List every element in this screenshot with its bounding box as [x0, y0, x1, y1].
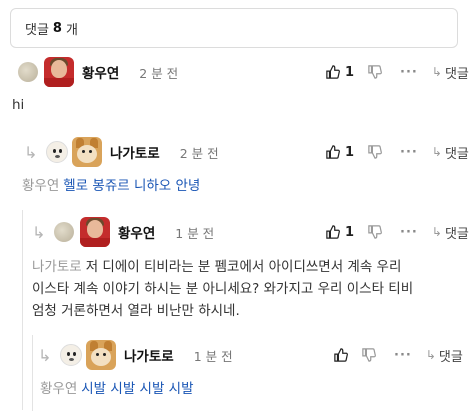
like-count: 1 — [345, 64, 355, 80]
comment-body-line: 저 디에이 티비라는 분 펨코에서 아이디쓰면서 계속 우리 — [85, 259, 402, 275]
comment-text: 나가토로 저 디에이 티비라는 분 펨코에서 아이디쓰면서 계속 우리 이스타 계… — [32, 256, 468, 322]
dislike-button[interactable] — [368, 225, 382, 239]
reply-header: ↳ 나가토로 2 분 전 — [24, 137, 219, 167]
reply-label: 댓글 — [438, 349, 463, 365]
reply-header: ↳ 황우연 1 분 전 — [32, 217, 215, 247]
reply-button[interactable]: ↳ 댓글 — [432, 143, 469, 162]
reply-button[interactable]: ↳ 댓글 — [432, 223, 469, 242]
like-button[interactable]: 1 — [326, 145, 354, 160]
thumbs-down-icon — [368, 65, 382, 79]
comment-author[interactable]: 황우연 — [118, 222, 155, 242]
like-count: 1 — [345, 144, 355, 160]
dislike-button[interactable] — [368, 65, 382, 79]
avatar-dog — [60, 344, 82, 366]
comment-count-number: 8 — [52, 20, 62, 36]
avatar-placeholder — [54, 222, 74, 242]
comment-actions: ··· ↳ 댓글 — [334, 341, 463, 369]
thread-line — [22, 210, 23, 410]
dislike-button[interactable] — [362, 348, 376, 362]
comment-body: 헬로 봉쥬르 니하오 안녕 — [63, 178, 201, 194]
comment-body-line: 이스타 계속 이야기 하시는 분 아니세요? 와가지고 우리 이스타 티비 — [32, 281, 414, 297]
reply-arrow-icon: ↳ — [431, 225, 442, 239]
more-dots-icon[interactable]: ··· — [400, 225, 418, 240]
avatar[interactable] — [44, 57, 74, 87]
mention[interactable]: 황우연 — [40, 381, 77, 397]
thumbs-up-icon — [334, 348, 348, 362]
comment-body: hi — [12, 97, 25, 113]
thread-line — [32, 335, 33, 411]
comment-author[interactable]: 황우연 — [82, 62, 119, 82]
thumbs-up-icon — [326, 65, 340, 79]
comment-count-suffix: 개 — [65, 22, 78, 38]
comment-text: hi — [12, 94, 24, 116]
comment-actions: 1 ··· ↳ 댓글 — [326, 218, 469, 246]
avatar[interactable] — [86, 340, 116, 370]
reply-indent-icon: ↳ — [24, 142, 38, 162]
more-dots-icon[interactable]: ··· — [400, 65, 418, 80]
comment-text: 황우연 시발 시발 시발 시발 — [40, 378, 194, 400]
comment-actions: 1 ··· ↳ 댓글 — [326, 138, 469, 166]
reply-button[interactable]: ↳ 댓글 — [432, 63, 469, 82]
thumbs-down-icon — [368, 225, 382, 239]
like-count: 1 — [345, 224, 355, 240]
reply-button[interactable]: ↳ 댓글 — [426, 346, 463, 365]
reply-header: ↳ 나가토로 1 분 전 — [38, 340, 233, 370]
reply-label: 댓글 — [444, 146, 469, 162]
reply-label: 댓글 — [444, 66, 469, 82]
mention[interactable]: 나가토로 — [32, 259, 82, 275]
comment-header: 황우연 2 분 전 — [18, 57, 179, 87]
like-button[interactable]: 1 — [326, 65, 354, 80]
comment-count-prefix: 댓글 — [25, 22, 49, 38]
comment-count-box: 댓글 8 개 — [10, 8, 458, 48]
avatar-placeholder — [18, 62, 38, 82]
comment-body-line: 엄청 거론하면서 열라 비난만 하시네. — [32, 303, 240, 319]
avatar[interactable] — [80, 217, 110, 247]
thumbs-up-icon — [326, 225, 340, 239]
more-dots-icon[interactable]: ··· — [394, 348, 412, 363]
reply-arrow-icon: ↳ — [431, 145, 442, 159]
avatar[interactable] — [72, 137, 102, 167]
avatar-dog — [46, 141, 68, 163]
comment-body: 시발 시발 시발 시발 — [81, 381, 194, 397]
mention[interactable]: 황우연 — [22, 178, 59, 194]
thumbs-down-icon — [368, 145, 382, 159]
comment-actions: 1 ··· ↳ 댓글 — [326, 58, 469, 86]
comment-author[interactable]: 나가토로 — [110, 142, 160, 162]
thumbs-down-icon — [362, 348, 376, 362]
thumbs-up-icon — [326, 145, 340, 159]
reply-arrow-icon: ↳ — [425, 348, 436, 362]
comment-time: 1 분 전 — [175, 225, 215, 241]
reply-label: 댓글 — [444, 226, 469, 242]
comment-time: 2 분 전 — [139, 65, 179, 81]
reply-arrow-icon: ↳ — [431, 65, 442, 79]
like-button[interactable]: 1 — [326, 225, 354, 240]
comment-time: 1 분 전 — [193, 348, 233, 364]
dislike-button[interactable] — [368, 145, 382, 159]
like-button[interactable] — [334, 348, 348, 362]
more-dots-icon[interactable]: ··· — [400, 145, 418, 160]
reply-indent-icon: ↳ — [32, 222, 46, 242]
comment-time: 2 분 전 — [179, 145, 219, 161]
reply-indent-icon: ↳ — [38, 345, 52, 365]
comment-author[interactable]: 나가토로 — [124, 345, 174, 365]
comment-text: 황우연 헬로 봉쥬르 니하오 안녕 — [22, 175, 200, 197]
